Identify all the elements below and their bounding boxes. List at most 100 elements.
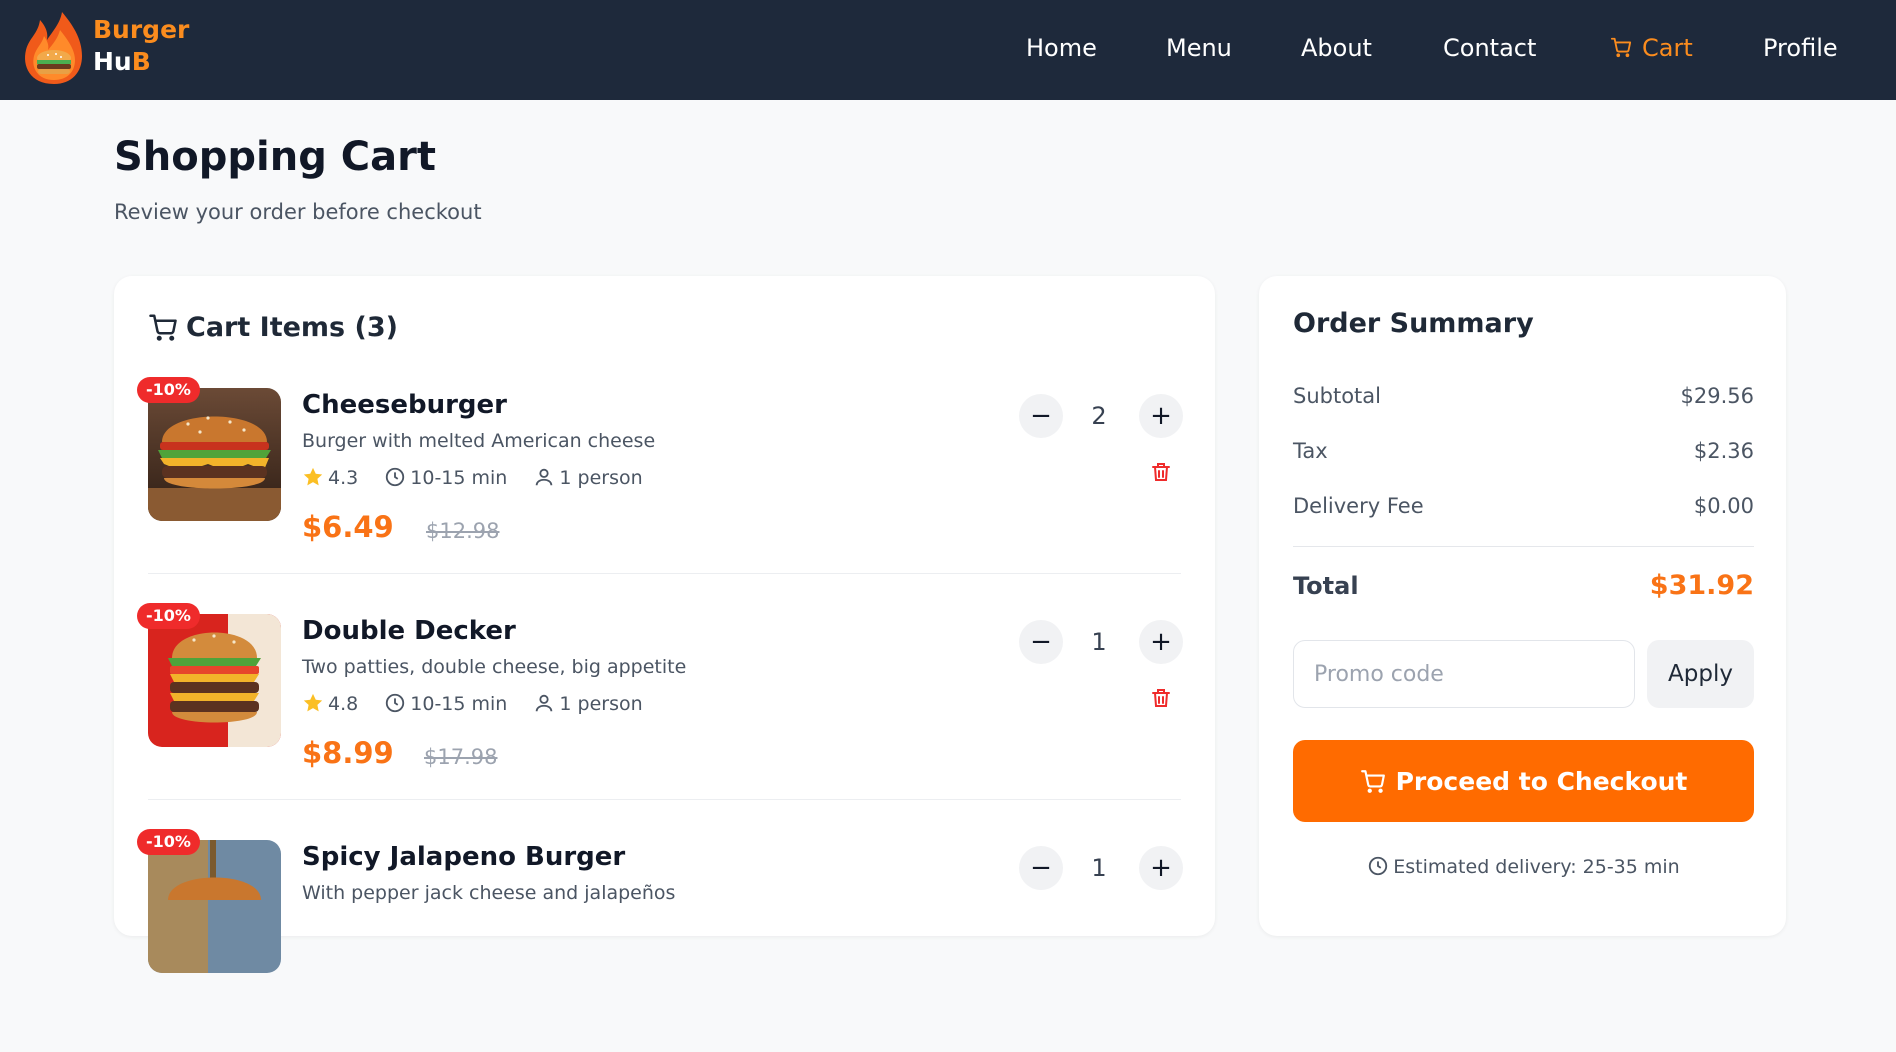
summary-divider (1293, 546, 1754, 547)
nav-cart[interactable]: Cart (1610, 30, 1693, 66)
item-time: 10-15 min (384, 466, 507, 490)
increase-qty-button[interactable]: + (1139, 620, 1183, 664)
page-subtitle: Review your order before checkout (114, 200, 482, 224)
cart-items-heading: Cart Items (3) (148, 308, 398, 348)
brand-line-2: HuB (93, 46, 189, 78)
star-icon (303, 467, 323, 485)
item-meta: 4.8 10-15 min 1 person (302, 692, 663, 716)
cart-item: -10% Double Decker Two patties, double c… (137, 600, 1183, 826)
trash-icon[interactable] (1149, 686, 1173, 710)
plus-icon: + (1150, 627, 1172, 657)
minus-icon: − (1030, 853, 1052, 883)
item-serves: 1 person (533, 466, 643, 490)
discount-badge: -10% (137, 829, 200, 855)
total-label: Total (1293, 572, 1359, 600)
decrease-qty-button[interactable]: − (1019, 394, 1063, 438)
item-old-price: $12.98 (426, 519, 500, 543)
delivery-row: Delivery Fee $0.00 (1293, 491, 1754, 521)
item-image (148, 388, 281, 521)
subtotal-label: Subtotal (1293, 384, 1381, 408)
decrease-qty-button[interactable]: − (1019, 620, 1063, 664)
item-rating: 4.3 (302, 466, 358, 490)
promo-code-input[interactable] (1293, 640, 1635, 708)
plus-icon: + (1150, 401, 1172, 431)
clock-icon (386, 693, 405, 712)
nav-contact[interactable]: Contact (1443, 30, 1536, 66)
cart-icon (1360, 769, 1385, 793)
person-icon (536, 694, 553, 711)
proceed-to-checkout-button[interactable]: Proceed to Checkout (1293, 740, 1754, 822)
increase-qty-button[interactable]: + (1139, 394, 1183, 438)
item-image (148, 614, 281, 747)
nav-cart-label: Cart (1642, 34, 1693, 62)
time-value: 10-15 min (410, 467, 508, 489)
total-row: Total $31.92 (1293, 566, 1754, 606)
item-description: Burger with melted American cheese (302, 430, 656, 452)
rating-value: 4.8 (328, 693, 359, 715)
nav-menu[interactable]: Menu (1166, 30, 1232, 66)
clock-icon (386, 467, 405, 486)
order-summary-card: Order Summary Subtotal $29.56 Tax $2.36 … (1259, 276, 1786, 936)
delivery-value: $0.00 (1693, 494, 1754, 518)
cart-items-card: Cart Items (3) -10% Cheeseburger Burger … (114, 276, 1215, 973)
tax-value: $2.36 (1693, 439, 1754, 463)
tax-label: Tax (1293, 439, 1328, 463)
tax-row: Tax $2.36 (1293, 436, 1754, 466)
estimated-delivery: Estimated delivery: 25-35 min (1293, 856, 1754, 878)
item-image (148, 840, 281, 973)
nav-about[interactable]: About (1301, 30, 1372, 66)
person-icon (536, 468, 553, 485)
brand-line-1: Burger (93, 15, 190, 44)
item-name[interactable]: Spicy Jalapeno Burger (302, 842, 625, 872)
item-quantity: 1 (1091, 628, 1107, 656)
delivery-label: Delivery Fee (1293, 494, 1424, 518)
top-navbar: Burger HuB Home Menu About Contact Cart … (0, 0, 1896, 100)
nav-home[interactable]: Home (1026, 30, 1097, 66)
cart-item: -10% Cheeseburger Burger with melted Ame… (137, 374, 1183, 600)
item-time: 10-15 min (384, 692, 507, 716)
item-description: With pepper jack cheese and jalapeños (302, 882, 676, 904)
decrease-qty-button[interactable]: − (1019, 846, 1063, 890)
nav-profile[interactable]: Profile (1763, 30, 1838, 66)
item-price: $8.99 (302, 736, 394, 770)
cart-items-title: Cart Items (3) (186, 312, 398, 343)
item-divider (148, 799, 1181, 800)
item-name[interactable]: Double Decker (302, 616, 516, 646)
page-title: Shopping Cart (114, 134, 436, 180)
trash-icon[interactable] (1149, 460, 1173, 484)
item-quantity: 2 (1091, 402, 1107, 430)
burger-logo-icon[interactable] (20, 10, 88, 86)
rating-value: 4.3 (328, 467, 359, 489)
minus-icon: − (1030, 401, 1052, 431)
cart-item: -10% Spicy Jalapeno Burger With pepper j… (137, 826, 1183, 1052)
discount-badge: -10% (137, 603, 200, 629)
item-meta: 4.3 10-15 min 1 person (302, 466, 663, 490)
item-name[interactable]: Cheeseburger (302, 390, 507, 420)
checkout-label: Proceed to Checkout (1395, 766, 1688, 796)
order-summary-title: Order Summary (1293, 308, 1534, 339)
star-icon (303, 693, 323, 711)
brand-line-2a: Hu (93, 47, 132, 76)
discount-badge: -10% (137, 377, 200, 403)
item-quantity: 1 (1091, 854, 1107, 882)
apply-promo-button[interactable]: Apply (1647, 640, 1754, 708)
minus-icon: − (1030, 627, 1052, 657)
brand-name[interactable]: Burger HuB (93, 14, 189, 78)
cart-icon (1610, 37, 1632, 58)
brand-line-2b: B (131, 47, 151, 76)
plus-icon: + (1150, 853, 1172, 883)
item-description: Two patties, double cheese, big appetite (302, 656, 687, 678)
serves-value: 1 person (559, 693, 643, 715)
item-price: $6.49 (302, 510, 394, 544)
item-old-price: $17.98 (424, 745, 498, 769)
time-value: 10-15 min (410, 693, 508, 715)
item-serves: 1 person (533, 692, 643, 716)
item-rating: 4.8 (302, 692, 358, 716)
serves-value: 1 person (559, 467, 643, 489)
clock-icon (1369, 856, 1388, 875)
cart-icon (149, 314, 177, 341)
increase-qty-button[interactable]: + (1139, 846, 1183, 890)
eta-text: Estimated delivery: 25-35 min (1393, 856, 1680, 878)
subtotal-value: $29.56 (1680, 384, 1754, 408)
item-divider (148, 573, 1181, 574)
